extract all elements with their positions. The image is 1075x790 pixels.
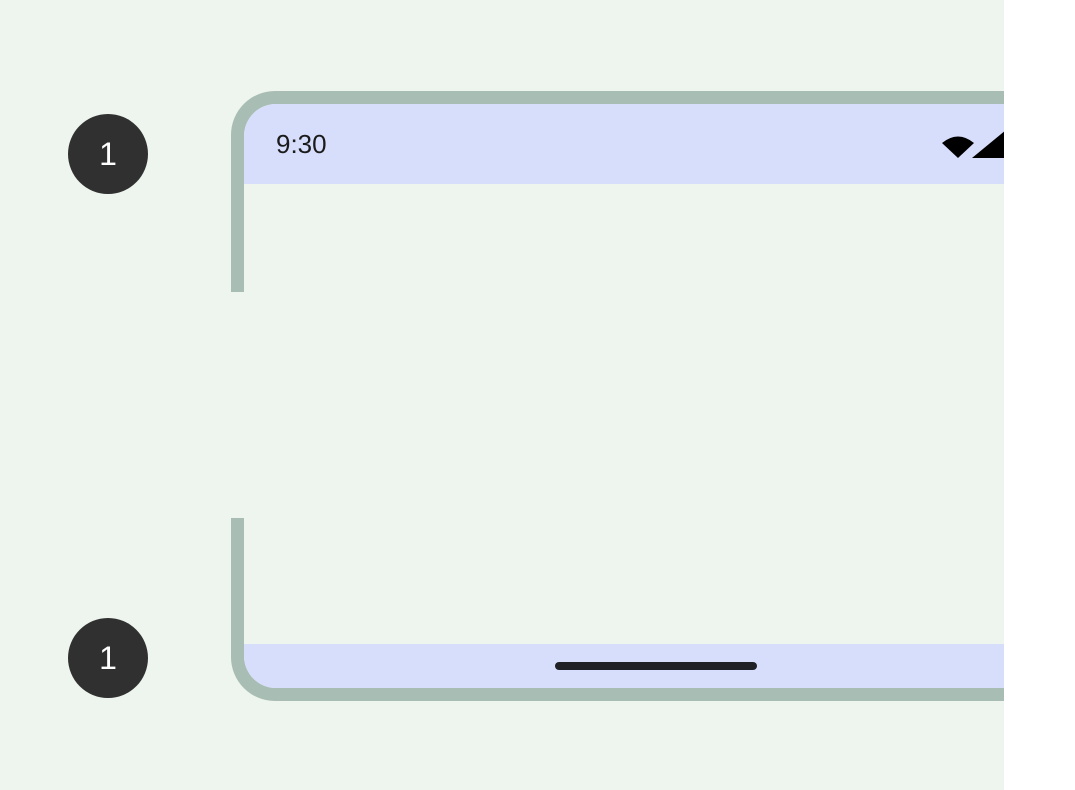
frame-gap bbox=[225, 292, 251, 518]
status-bar: 9:30 bbox=[244, 104, 1004, 184]
status-time: 9:30 bbox=[276, 129, 327, 159]
callout-number: 1 bbox=[99, 135, 117, 172]
callout-number: 1 bbox=[99, 639, 117, 676]
phone-frame: 9:30 bbox=[231, 91, 1004, 701]
wifi-icon bbox=[942, 136, 974, 158]
callout-badge-navigation-bar: 1 bbox=[68, 618, 148, 698]
gesture-handle[interactable] bbox=[555, 662, 757, 670]
phone-screen: 9:30 bbox=[244, 104, 1004, 688]
callout-badge-status-bar: 1 bbox=[68, 114, 148, 194]
navigation-bar bbox=[244, 644, 1004, 688]
diagram-canvas: 1 1 9:30 bbox=[0, 0, 1004, 790]
signal-icon bbox=[972, 131, 1004, 158]
